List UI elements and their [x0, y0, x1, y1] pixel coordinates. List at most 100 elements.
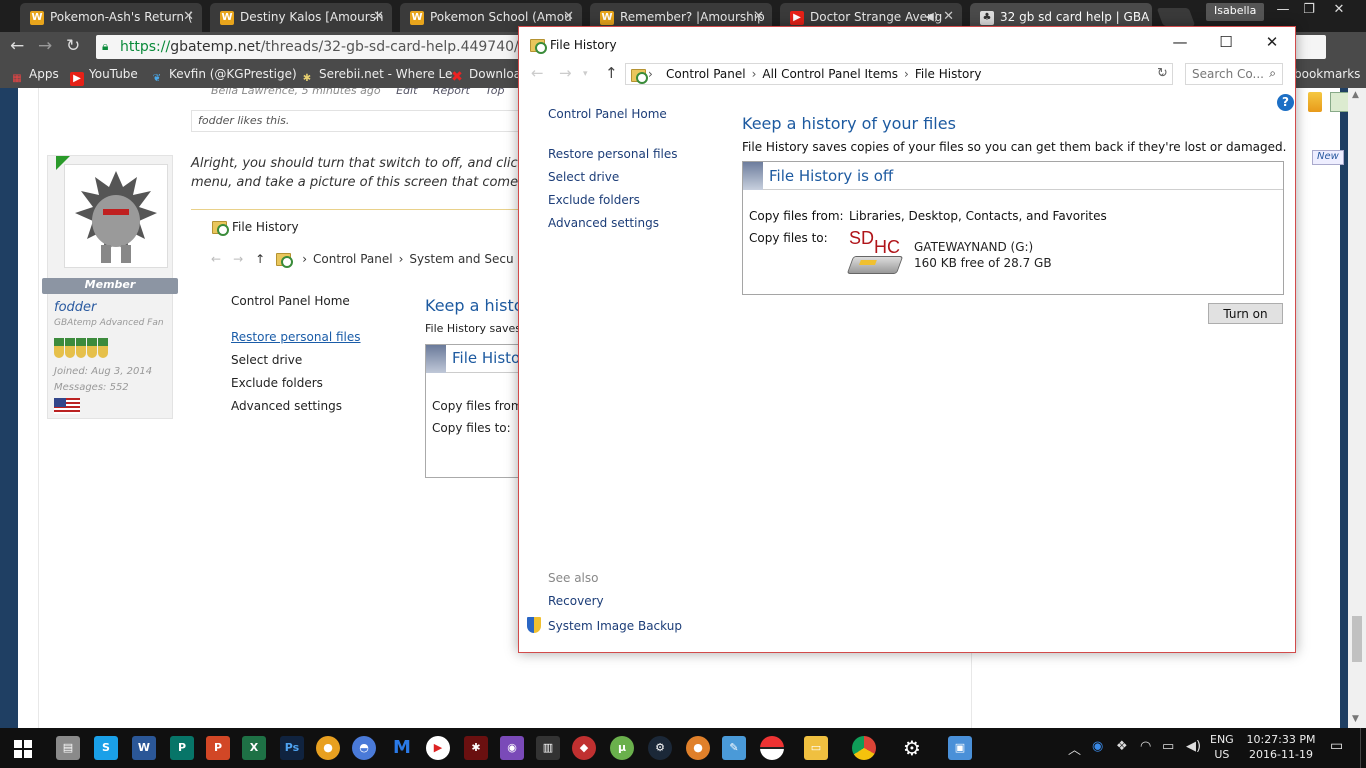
scrollbar-thumb[interactable]: [1352, 616, 1362, 662]
address-bar[interactable]: › Control Panel › All Control Panel Items ›…: [625, 63, 1173, 85]
help-icon[interactable]: ?: [1277, 94, 1294, 111]
new-badge[interactable]: New: [1312, 150, 1344, 165]
word-icon[interactable]: W: [132, 736, 156, 760]
edit-link[interactable]: Edit: [396, 88, 417, 97]
utorrent-icon[interactable]: µ: [610, 736, 634, 760]
control-panel-icon[interactable]: ▣: [948, 736, 972, 760]
steam-icon[interactable]: ⚙: [648, 736, 672, 760]
minimize-icon[interactable]: —: [1270, 2, 1296, 20]
scroll-up-icon[interactable]: ▲: [1352, 90, 1359, 100]
breadcrumb-all-items[interactable]: All Control Panel Items: [762, 67, 898, 81]
close-button[interactable]: ✕: [1249, 31, 1295, 55]
publisher-icon[interactable]: P: [170, 736, 194, 760]
paint-icon[interactable]: ✎: [722, 736, 746, 760]
breadcrumb-control-panel[interactable]: Control Panel: [666, 67, 746, 81]
system-image-backup-link[interactable]: System Image Backup: [527, 617, 682, 633]
recovery-link[interactable]: Recovery: [548, 594, 604, 608]
bookmark-folder[interactable]: bookmarks: [1294, 67, 1360, 81]
bookmark-twitter[interactable]: ❦ Kevfin (@KGPrestige): [150, 67, 297, 86]
excel-icon[interactable]: X: [242, 736, 266, 760]
file-history-icon: [275, 250, 294, 268]
volume-icon[interactable]: ◀): [1186, 739, 1201, 754]
embedded-task-links: Control Panel Home Restore personal file…: [231, 294, 361, 413]
battery-icon[interactable]: ▭: [1162, 739, 1174, 754]
bookmark-apps[interactable]: ▦ Apps: [10, 67, 58, 86]
file-manager-icon[interactable]: ▤: [56, 736, 80, 760]
select-drive-link[interactable]: Select drive: [548, 166, 678, 189]
pokemon-go-icon[interactable]: ◓: [352, 736, 376, 760]
pokeball-icon[interactable]: [760, 736, 784, 760]
close-icon[interactable]: ✕: [563, 9, 574, 24]
language-indicator[interactable]: ENG US: [1210, 732, 1234, 762]
bookmark-download[interactable]: ✖ Downloa: [450, 67, 521, 84]
new-tab-button[interactable]: [1156, 8, 1196, 26]
highlighter-icon[interactable]: [1308, 92, 1322, 112]
wattpad-icon: W: [410, 11, 424, 25]
forward-icon[interactable]: →: [559, 64, 572, 82]
network-app-icon[interactable]: ◉: [1092, 739, 1103, 754]
show-desktop-button[interactable]: [1360, 728, 1366, 768]
user-info-block: Member fodder GBAtemp Advanced Fan Joine…: [42, 155, 178, 419]
reload-icon[interactable]: ↻: [66, 36, 80, 56]
photoshop-icon[interactable]: Ps: [280, 736, 304, 760]
drive-free-space: 160 KB free of 28.7 GB: [914, 256, 1052, 270]
settings-icon[interactable]: ⚙: [900, 736, 924, 760]
breadcrumb-file-history[interactable]: File History: [915, 67, 982, 81]
status-swatch: [743, 162, 763, 190]
avatar[interactable]: [56, 156, 168, 268]
chrome-icon[interactable]: [852, 736, 876, 760]
exclude-folders-link[interactable]: Exclude folders: [548, 189, 678, 212]
back-icon[interactable]: ←: [531, 64, 544, 82]
minimize-button[interactable]: —: [1157, 31, 1203, 55]
close-icon[interactable]: ✕: [753, 9, 764, 24]
media-icon[interactable]: ●: [316, 736, 340, 760]
close-icon[interactable]: ✕: [1326, 2, 1352, 20]
refresh-icon[interactable]: ↻: [1153, 63, 1173, 85]
player-icon[interactable]: ▶: [426, 736, 450, 760]
wifi-icon[interactable]: ◠: [1140, 739, 1151, 754]
forward-icon[interactable]: →: [38, 36, 52, 56]
close-icon[interactable]: ✕: [183, 9, 194, 24]
close-icon[interactable]: ✕: [373, 9, 384, 24]
clock[interactable]: 10:27:33 PM 2016-11-19: [1245, 732, 1317, 762]
recent-locations-icon[interactable]: ▾: [583, 69, 588, 79]
malwarebytes-icon[interactable]: M: [390, 736, 414, 760]
powerpoint-icon[interactable]: P: [206, 736, 230, 760]
window-titlebar[interactable]: File History — ☐ ✕: [519, 27, 1295, 59]
profile-button[interactable]: Isabella: [1206, 3, 1265, 21]
explorer-icon[interactable]: ▭: [804, 736, 828, 760]
bookmark-youtube[interactable]: ▶ YouTube: [70, 67, 138, 86]
advanced-settings-link[interactable]: Advanced settings: [548, 212, 678, 235]
skype-icon[interactable]: S: [94, 736, 118, 760]
sdhc-drive-icon: SD HC: [846, 228, 904, 278]
restore-personal-files-link[interactable]: Restore personal files: [548, 143, 678, 166]
vpn-icon[interactable]: ●: [686, 736, 710, 760]
forward-icon: →: [233, 252, 244, 266]
scroll-down-icon[interactable]: ▼: [1352, 714, 1359, 724]
image-add-icon[interactable]: [1330, 92, 1350, 112]
username-link[interactable]: fodder: [54, 300, 96, 315]
close-icon[interactable]: ✕: [943, 9, 954, 24]
up-icon[interactable]: ↑: [605, 64, 618, 82]
maximize-button[interactable]: ☐: [1203, 31, 1249, 55]
search-input[interactable]: Search Co... ⌕: [1185, 63, 1283, 85]
windows-start-icon[interactable]: [14, 740, 32, 758]
back-icon[interactable]: ←: [10, 36, 24, 56]
terminal-icon[interactable]: ▥: [536, 736, 560, 760]
turn-on-button[interactable]: Turn on: [1208, 303, 1283, 324]
page-scrollbar[interactable]: ▲ ▼: [1348, 88, 1366, 728]
notification-icon[interactable]: ▭: [1330, 738, 1343, 754]
bookmark-serebii[interactable]: ✱ Serebii.net - Where Le: [300, 67, 453, 86]
report-link[interactable]: Report: [433, 88, 470, 97]
post-screenshot[interactable]: File History ← → ↑ › Control Panel › System an…: [211, 210, 554, 610]
browser-tab[interactable]: W Destiny Kalos [Amoursh ✕: [210, 3, 392, 32]
browser-tab[interactable]: W Pokemon-Ash's Return ( ✕: [20, 3, 202, 32]
chevron-up-icon[interactable]: ︿: [1068, 739, 1081, 758]
bluestacks-icon[interactable]: ◆: [572, 736, 596, 760]
control-panel-home-link[interactable]: Control Panel Home: [548, 107, 667, 121]
restore-icon[interactable]: ❐: [1296, 2, 1322, 20]
game-icon[interactable]: ◉: [500, 736, 524, 760]
spiderman-icon[interactable]: ✱: [464, 736, 488, 760]
top-link[interactable]: Top: [485, 88, 504, 97]
dropbox-icon[interactable]: ❖: [1116, 739, 1128, 754]
